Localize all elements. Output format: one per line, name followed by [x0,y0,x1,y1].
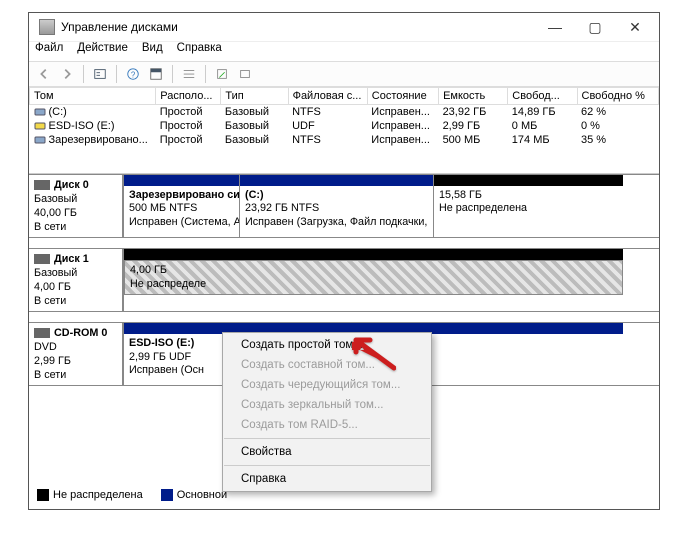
legend-primary: Основной [161,489,227,501]
col-type[interactable]: Тип [221,88,288,105]
context-menu-item: Создать составной том... [223,355,431,375]
disk-header[interactable]: CD-ROM 0DVD2,99 ГБВ сети [29,323,123,385]
context-menu-item[interactable]: Справка [223,469,431,489]
maximize-button[interactable]: ▢ [575,14,615,40]
menu-action[interactable]: Действие [77,42,128,61]
menu-view[interactable]: Вид [142,42,163,61]
disk-row: Диск 0Базовый40,00 ГБВ сетиЗарезервирова… [29,174,659,238]
back-button[interactable] [33,64,55,84]
titlebar[interactable]: Управление дисками — ▢ ✕ [29,13,659,41]
context-menu: Создать простой том...Создать составной … [222,332,432,492]
separator [83,65,84,83]
drive-icon [34,106,46,118]
col-volume[interactable]: Том [30,88,156,105]
partition[interactable]: Зарезервировано си500 МБ NTFSИсправен (С… [123,175,239,237]
menu-file[interactable]: Файл [35,42,63,61]
legend-unallocated: Не распределена [37,489,143,501]
col-status[interactable]: Состояние [367,88,438,105]
col-capacity[interactable]: Емкость [439,88,508,105]
menu-separator [224,438,430,439]
partition[interactable]: (C:)23,92 ГБ NTFSИсправен (Загрузка, Фай… [239,175,433,237]
table-header-row: Том Располо... Тип Файловая с... Состоян… [30,88,659,105]
table-row[interactable]: ESD-ISO (E:)ПростойБазовыйUDFИсправен...… [30,119,659,133]
disk-icon [34,180,50,190]
list-button[interactable] [234,64,256,84]
menu-help[interactable]: Справка [177,42,222,61]
col-layout[interactable]: Располо... [156,88,221,105]
toolbar: ? [29,61,659,87]
table-row[interactable]: Зарезервировано...ПростойБазовыйNTFSИспр… [30,133,659,147]
context-menu-item: Создать том RAID-5... [223,415,431,435]
context-menu-item[interactable]: Свойства [223,442,431,462]
minimize-button[interactable]: — [535,14,575,40]
col-fs[interactable]: Файловая с... [288,88,367,105]
disk-icon [34,328,50,338]
partition[interactable]: 4,00 ГБНе распределе [123,249,623,311]
scope-button[interactable] [89,64,111,84]
disk-row: Диск 1Базовый4,00 ГБВ сети4,00 ГБНе расп… [29,248,659,312]
svg-text:?: ? [131,71,136,80]
col-free[interactable]: Свобод... [508,88,577,105]
context-menu-item: Создать чередующийся том... [223,375,431,395]
disk-icon [34,254,50,264]
col-pct[interactable]: Свободно % [577,88,659,105]
close-button[interactable]: ✕ [615,14,655,40]
view-button[interactable] [145,64,167,84]
app-icon [39,19,55,35]
settings-button[interactable] [178,64,200,84]
table-row[interactable]: (C:)ПростойБазовыйNTFSИсправен...23,92 Г… [30,105,659,120]
drive-icon [34,134,46,146]
menubar: Файл Действие Вид Справка [29,41,659,61]
separator [205,65,206,83]
partition[interactable]: 15,58 ГБНе распределена [433,175,623,237]
separator [116,65,117,83]
context-menu-item: Создать зеркальный том... [223,395,431,415]
cd-icon [34,120,46,132]
window-title: Управление дисками [61,20,535,34]
help-button[interactable]: ? [122,64,144,84]
separator [172,65,173,83]
properties-button[interactable] [211,64,233,84]
legend: Не распределена Основной [33,485,231,505]
context-menu-item[interactable]: Создать простой том... [223,335,431,355]
volume-table: Том Располо... Тип Файловая с... Состоян… [29,87,659,174]
disk-header[interactable]: Диск 0Базовый40,00 ГБВ сети [29,175,123,237]
forward-button[interactable] [56,64,78,84]
cursor-arrow-icon [350,336,396,379]
menu-separator [224,465,430,466]
disk-header[interactable]: Диск 1Базовый4,00 ГБВ сети [29,249,123,311]
